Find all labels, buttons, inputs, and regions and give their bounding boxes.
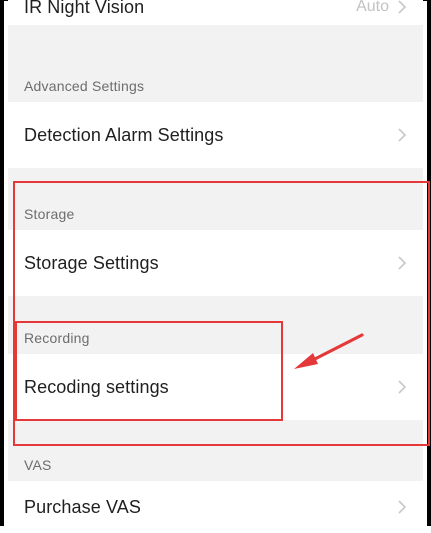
ir-night-vision-value: Auto [356,0,389,15]
advanced-settings-section-label: Advanced Settings [24,78,145,94]
ir-night-vision-label: IR Night Vision [24,0,145,17]
ir-night-vision-value-wrap: Auto [356,0,407,16]
purchase-vas-label: Purchase VAS [24,496,141,517]
recording-highlight-box [15,321,283,421]
settings-screen: IR Night Vision Auto Advanced Settings D… [0,0,431,533]
vas-section-label: VAS [24,457,52,473]
detection-alarm-settings-label: Detection Alarm Settings [24,124,224,145]
ir-night-vision-row[interactable]: IR Night Vision Auto [8,0,423,25]
detection-alarm-settings-row[interactable]: Detection Alarm Settings [8,102,423,168]
chevron-right-icon [397,499,407,515]
advanced-settings-section-header: Advanced Settings [8,25,423,102]
purchase-vas-row[interactable]: Purchase VAS [8,481,423,533]
chevron-right-icon [397,127,407,143]
chevron-right-icon [397,0,407,15]
